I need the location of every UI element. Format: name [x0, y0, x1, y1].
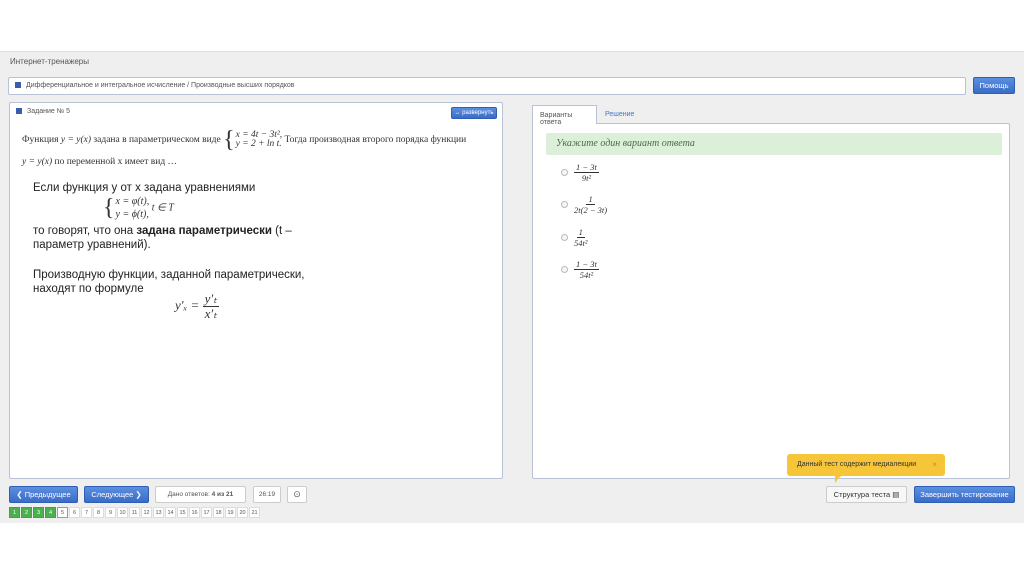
radio-button[interactable] [561, 234, 568, 241]
answer-option-3[interactable]: 1 54t² [561, 227, 587, 248]
theory-block: Если функция y от x задана уравнениями {… [33, 181, 305, 321]
denominator: 2t(2 − 3t) [574, 205, 608, 215]
tab-answer-options[interactable]: Варианты ответа [532, 105, 597, 126]
instruction: Укажите один вариант ответа [546, 133, 1002, 155]
previous-button[interactable]: ❮ Предыдущее [9, 486, 78, 503]
help-button[interactable]: Помощь [973, 77, 1015, 94]
tooltip-text: Данный тест содержит медиалекции [797, 461, 917, 468]
formula: y = y(x) [60, 135, 92, 145]
page-11[interactable]: 11 [129, 507, 140, 518]
page-5[interactable]: 5 [57, 507, 68, 518]
page-17[interactable]: 17 [201, 507, 212, 518]
page-10[interactable]: 10 [117, 507, 128, 518]
domain: t ∈ T [151, 202, 174, 214]
task-text: Функция y = y(x) задана в параметрическо… [22, 126, 492, 173]
equation: y = ϕ(t), [115, 209, 149, 220]
formula: y = y(x) [22, 157, 53, 167]
breadcrumb-text: Дифференциальное и интегральное исчислен… [26, 82, 295, 89]
expand-button[interactable]: ↔ развернуть [451, 107, 497, 119]
answered-label: Дано ответов: [167, 491, 212, 498]
tab-solution[interactable]: Решение [598, 105, 641, 124]
task-panel: Задание № 5 ↔ развернуть Функция y = y(x… [9, 102, 503, 479]
square-icon [16, 108, 22, 114]
next-button[interactable]: Следующее ❯ [84, 486, 149, 503]
page-13[interactable]: 13 [153, 507, 164, 518]
equation-system: {x = φ(t), y = ϕ(t), t ∈ T [103, 195, 174, 221]
theory-text: Производную функции, заданной параметрич… [33, 269, 305, 281]
theory-text: Если функция y от x задана уравнениями [33, 182, 256, 194]
breadcrumb: Дифференциальное и интегральное исчислен… [8, 77, 966, 95]
pagination: 1 2 3 4 5 6 7 8 9 10 11 12 13 14 15 16 17 18 19 20 21 [9, 507, 260, 518]
formula-lhs: y′ₓ = [175, 297, 200, 313]
numerator: 1 − 3t [574, 162, 599, 173]
page-21[interactable]: 21 [249, 507, 260, 518]
page-18[interactable]: 18 [213, 507, 224, 518]
close-icon[interactable]: × [932, 460, 937, 469]
equation-system: {x = 4t − 3t², y = 2 + ln t. [223, 126, 283, 153]
page-9[interactable]: 9 [105, 507, 116, 518]
app-title: Интернет-тренажеры [10, 57, 89, 66]
denominator: x′ₜ [204, 306, 218, 321]
theory-text: то говорят, что она [33, 225, 137, 237]
theory-text: параметр уравнений). [33, 239, 151, 251]
text: Тогда производная второго порядка функци… [284, 135, 467, 145]
answer-panel: Укажите один вариант ответа 1 − 3t 9t² 12… [532, 123, 1010, 479]
app-window: Интернет-тренажеры Дифференциальное и ин… [0, 51, 1024, 523]
square-icon [15, 82, 21, 88]
theory-bold: задана параметрически [136, 225, 272, 237]
page-19[interactable]: 19 [225, 507, 236, 518]
text: Функция [22, 135, 59, 145]
radio-button[interactable] [561, 266, 568, 273]
theory-text: (t – [271, 225, 292, 237]
media-lecture-tooltip: Данный тест содержит медиалекции × [787, 454, 945, 483]
answered-counter: Дано ответов: 4 из 21 [155, 486, 246, 503]
answered-value: 4 из 21 [211, 491, 234, 498]
equation: x = φ(t), [115, 196, 150, 207]
answer-option-4[interactable]: 1 − 3t 54t² [561, 259, 599, 280]
page-14[interactable]: 14 [165, 507, 176, 518]
numerator: y′ₜ [202, 291, 220, 307]
denominator: 54t² [574, 238, 588, 248]
page-20[interactable]: 20 [237, 507, 248, 518]
page-1[interactable]: 1 [9, 507, 20, 518]
test-structure-button[interactable]: Структура теста ▤ [826, 486, 907, 503]
page-3[interactable]: 3 [33, 507, 44, 518]
equation: y = 2 + ln t. [235, 138, 282, 149]
denominator: 54t² [579, 270, 594, 280]
derivative-formula: y′ₓ = y′ₜ x′ₜ [175, 292, 305, 321]
denominator: 9t² [581, 173, 592, 183]
timer: 26:19 [253, 486, 281, 503]
page-4[interactable]: 4 [45, 507, 56, 518]
clock-icon[interactable]: ⊙ [287, 486, 307, 503]
answer-option-1[interactable]: 1 − 3t 9t² [561, 162, 599, 183]
text: задана в параметрическом виде [93, 135, 221, 145]
numerator: 1 [586, 194, 595, 205]
answer-option-2[interactable]: 1 2t(2 − 3t) [561, 194, 607, 215]
finish-test-button[interactable]: Завершить тестирование [914, 486, 1015, 503]
numerator: 1 [576, 227, 585, 238]
page-7[interactable]: 7 [81, 507, 92, 518]
page-12[interactable]: 12 [141, 507, 152, 518]
radio-button[interactable] [561, 201, 568, 208]
page-8[interactable]: 8 [93, 507, 104, 518]
text: по переменной x имеет вид … [54, 157, 178, 167]
radio-button[interactable] [561, 169, 568, 176]
task-title-text: Задание № 5 [27, 108, 71, 115]
task-title: Задание № 5 [16, 108, 70, 115]
page-16[interactable]: 16 [189, 507, 200, 518]
page-6[interactable]: 6 [69, 507, 80, 518]
numerator: 1 − 3t [574, 259, 599, 270]
page-2[interactable]: 2 [21, 507, 32, 518]
page-15[interactable]: 15 [177, 507, 188, 518]
